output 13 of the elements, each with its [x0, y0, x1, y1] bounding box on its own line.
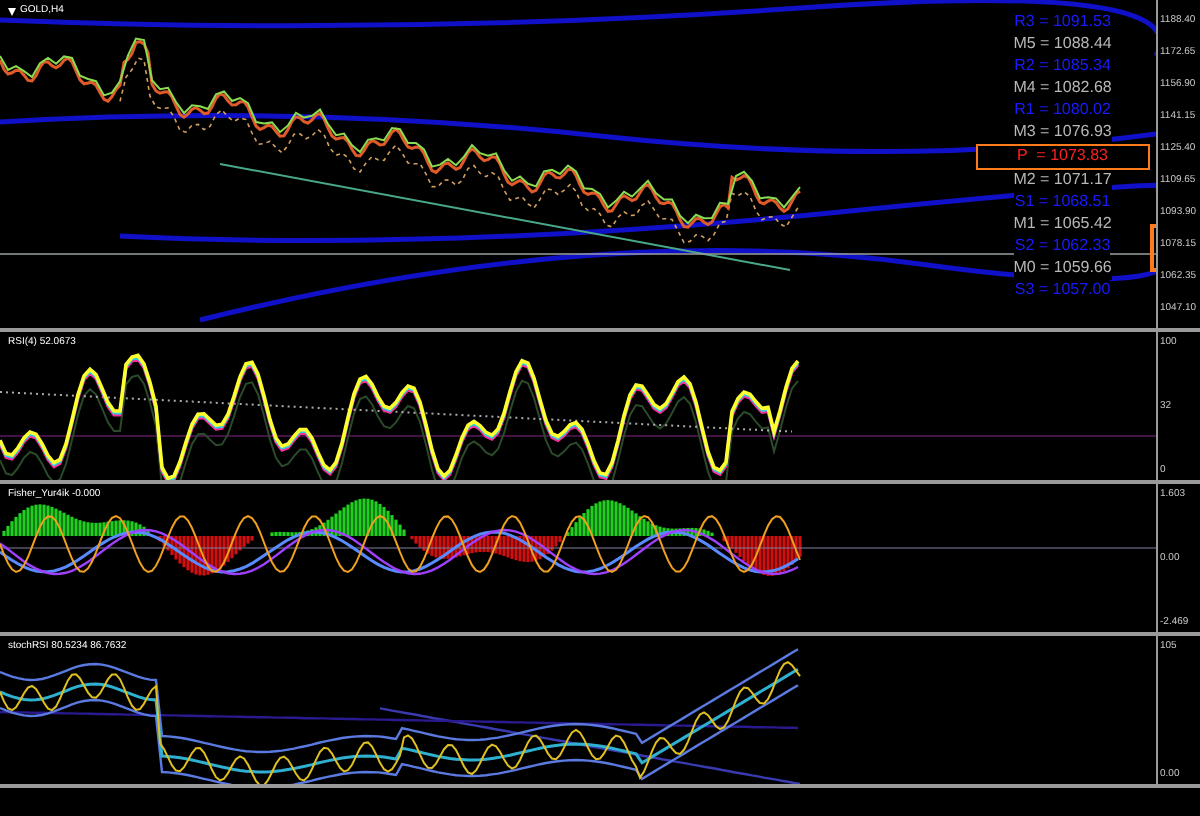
pivot-level-label: R1 = 1080.02	[1014, 100, 1111, 121]
pivot-level-label: M0 = 1059.66	[1013, 258, 1112, 279]
pivot-level-label: M4 = 1082.68	[1013, 78, 1112, 99]
pivot-level-label: P = 1073.83	[975, 144, 1150, 169]
pivot-level-label: M5 = 1088.44	[1013, 34, 1112, 55]
pivot-level-label: S2 = 1062.33	[1014, 236, 1111, 257]
pivot-level-label: R2 = 1085.34	[1014, 56, 1111, 77]
pivot-level-label: M2 = 1071.17	[1013, 170, 1112, 191]
pivot-level-label: S3 = 1057.00	[1014, 280, 1111, 301]
pivot-level-label: R3 = 1091.53	[1014, 12, 1111, 33]
pivot-level-label: S1 = 1068.51	[1014, 192, 1111, 213]
pivot-level-label: M3 = 1076.93	[1013, 122, 1112, 143]
pivot-level-label: M1 = 1065.42	[1013, 214, 1112, 235]
